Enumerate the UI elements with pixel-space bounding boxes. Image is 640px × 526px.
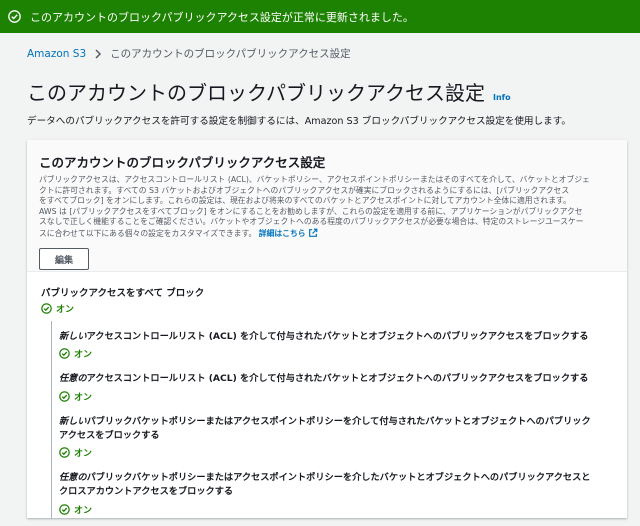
learn-more-text: 詳細はこちら <box>258 228 306 238</box>
sub-setting-text-continued: クロスアカウントアクセスをブロックする <box>59 486 234 498</box>
page-description: データへのパブリックアクセスを許可する設定を制御するには、Amazon S3 ブ… <box>27 116 571 127</box>
sub-setting-label: 新しいアクセスコントロールリスト (ACL) を介して付与されたバケットとオブジ… <box>59 330 615 344</box>
sub-setting-text: アクセスコントロールリスト (ACL) を介して付与されたバケットとオブジェクト… <box>86 331 589 342</box>
breadcrumb-root-link[interactable]: Amazon S3 <box>27 48 86 60</box>
check-circle-icon <box>59 447 70 458</box>
card-description-line: スに合わせて以下にある個々の設定をカスタマイズできます。 詳細はこちら <box>39 228 615 242</box>
card-description-last-line: スに合わせて以下にある個々の設定をカスタマイズできます。 <box>39 228 257 238</box>
page-title-text: このアカウントのブロックパブリックアクセス設定 <box>27 81 485 105</box>
chevron-right-icon <box>94 48 102 59</box>
block-public-access-card: このアカウントのブロックパブリックアクセス設定 パブリックアクセスは、アクセスコ… <box>27 140 627 519</box>
card-description-line: パブリックアクセスは、アクセスコントロールリスト (ACL)、バケットポリシー、… <box>39 175 590 184</box>
sub-setting-label: 任意のアクセスコントロールリスト (ACL) を介して付与されたバケットとオブジ… <box>59 372 615 386</box>
status-text: オン <box>74 505 93 516</box>
check-circle-icon <box>59 390 70 402</box>
card-description-line: スなしで正しく機能することをご確認ください。バケットやオブジェクトへのある程度の… <box>39 217 584 227</box>
card-header: このアカウントのブロックパブリックアクセス設定 パブリックアクセスは、アクセスコ… <box>27 140 627 272</box>
block-all-label: パブリックアクセスをすべて ブロック <box>41 288 205 299</box>
card-description: パブリックアクセスは、アクセスコントロールリスト (ACL)、バケットポリシー、… <box>39 175 615 241</box>
status-on: オン <box>59 347 615 360</box>
status-on: オン <box>59 503 615 516</box>
external-link-icon <box>308 228 318 242</box>
sub-setting-label: 任意のパブリックバケットポリシーまたはアクセスポイントポリシーを介したバケットと… <box>59 471 615 500</box>
check-circle-icon <box>59 348 70 360</box>
success-flash-banner: このアカウントのブロックパブリックアクセス設定が正常に更新されました。 <box>0 0 640 33</box>
sub-settings: 新しいアクセスコントロールリスト (ACL) を介して付与されたバケットとオブジ… <box>51 321 615 519</box>
learn-more-link[interactable]: 詳細はこちら <box>258 228 319 238</box>
sub-setting-text: アクセスコントロールリスト (ACL) を介して付与されたバケットとオブジェクト… <box>86 373 589 385</box>
check-circle-icon <box>41 303 52 314</box>
status-text: オン <box>74 350 93 361</box>
status-text: オン <box>74 392 93 403</box>
status-on: オン <box>59 446 615 459</box>
flash-message: このアカウントのブロックパブリックアクセス設定が正常に更新されました。 <box>30 10 414 24</box>
status-on: オン <box>59 390 615 403</box>
sub-setting-item: 任意のアクセスコントロールリスト (ACL) を介して付与されたバケットとオブジ… <box>59 363 615 405</box>
info-link[interactable]: Info <box>493 93 511 102</box>
breadcrumb: Amazon S3 このアカウントのブロックパブリックアクセス設定 <box>27 46 351 61</box>
sub-setting-text: パブリックバケットポリシーまたはアクセスポイントポリシーを介して付与されたバケッ… <box>86 415 591 427</box>
card-description-line: AWS は [パブリックアクセスをすべてブロック] をオンにすることをお勧めしま… <box>39 206 583 216</box>
card-description-line: クトに許可されます。すべての S3 バケットおよびオブジェクトへのパブリックアク… <box>39 185 570 195</box>
status-on: オン <box>41 302 615 315</box>
page-title: このアカウントのブロックパブリックアクセス設定 Info <box>27 77 511 106</box>
sub-setting-emphasis: 任意の <box>59 373 87 385</box>
card-title: このアカウントのブロックパブリックアクセス設定 <box>39 155 326 170</box>
sub-setting-item: 任意のパブリックバケットポリシーまたはアクセスポイントポリシーを介したバケットと… <box>59 462 615 519</box>
status-text: オン <box>74 449 93 459</box>
status-text: オン <box>56 305 75 315</box>
check-circle-icon <box>59 503 70 515</box>
sub-setting-emphasis: 新しい <box>59 331 87 342</box>
sub-setting-item: 新しいアクセスコントロールリスト (ACL) を介して付与されたバケットとオブジ… <box>59 321 615 363</box>
card-description-line: をすべてブロック] をオンにします。これらの設定は、現在および将来のすべてのバケ… <box>39 196 571 206</box>
edit-button[interactable]: 編集 <box>39 248 89 271</box>
sub-setting-item: 新しいパブリックバケットポリシーまたはアクセスポイントポリシーを介して付与された… <box>59 406 615 463</box>
settings-list: パブリックアクセスをすべて ブロック オン 新しいアクセスコントロールリスト (… <box>27 272 627 519</box>
sub-setting-label: 新しいパブリックバケットポリシーまたはアクセスポイントポリシーを介して付与された… <box>59 415 615 444</box>
sub-setting-emphasis: 新しい <box>59 415 87 427</box>
success-check-icon <box>8 10 21 23</box>
breadcrumb-current: このアカウントのブロックパブリックアクセス設定 <box>110 48 351 60</box>
sub-setting-text-continued: アクセスをブロックする <box>59 429 160 441</box>
sub-setting-emphasis: 任意の <box>59 472 87 483</box>
sub-setting-text: パブリックバケットポリシーまたはアクセスポイントポリシーを介したバケットとオブジ… <box>86 472 591 483</box>
